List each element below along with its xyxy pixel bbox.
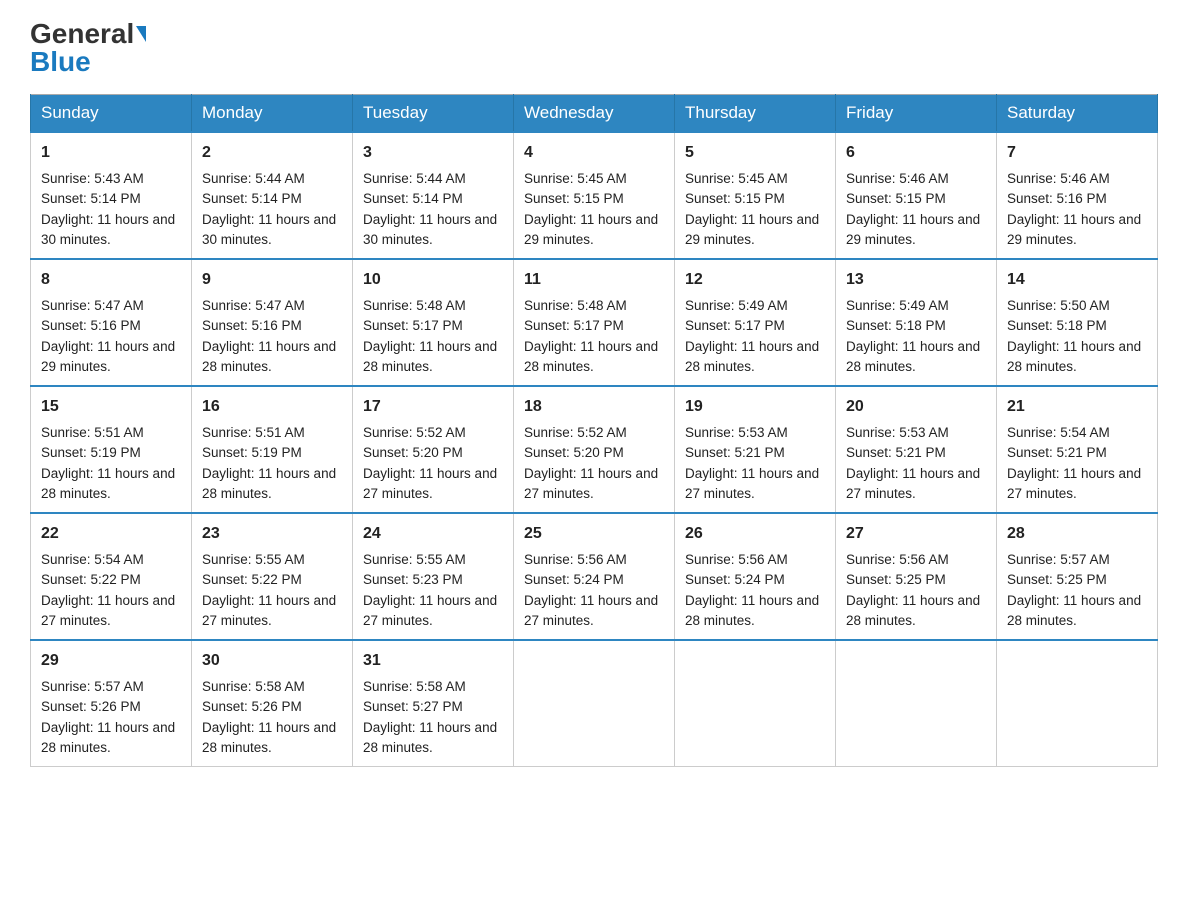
calendar-week-row: 29Sunrise: 5:57 AMSunset: 5:26 PMDayligh…: [31, 640, 1158, 767]
calendar-cell: 13Sunrise: 5:49 AMSunset: 5:18 PMDayligh…: [836, 259, 997, 386]
calendar-cell: 20Sunrise: 5:53 AMSunset: 5:21 PMDayligh…: [836, 386, 997, 513]
day-number: 21: [1007, 395, 1147, 419]
day-number: 5: [685, 141, 825, 165]
calendar-cell: 16Sunrise: 5:51 AMSunset: 5:19 PMDayligh…: [192, 386, 353, 513]
calendar-cell: 5Sunrise: 5:45 AMSunset: 5:15 PMDaylight…: [675, 132, 836, 259]
calendar-cell: [514, 640, 675, 767]
day-number: 23: [202, 522, 342, 546]
day-number: 8: [41, 268, 181, 292]
calendar-cell: 10Sunrise: 5:48 AMSunset: 5:17 PMDayligh…: [353, 259, 514, 386]
calendar-cell: 4Sunrise: 5:45 AMSunset: 5:15 PMDaylight…: [514, 132, 675, 259]
day-number: 12: [685, 268, 825, 292]
calendar-cell: 15Sunrise: 5:51 AMSunset: 5:19 PMDayligh…: [31, 386, 192, 513]
day-number: 7: [1007, 141, 1147, 165]
day-number: 3: [363, 141, 503, 165]
weekday-header-thursday: Thursday: [675, 95, 836, 133]
day-number: 9: [202, 268, 342, 292]
calendar-cell: 30Sunrise: 5:58 AMSunset: 5:26 PMDayligh…: [192, 640, 353, 767]
calendar-table: SundayMondayTuesdayWednesdayThursdayFrid…: [30, 94, 1158, 767]
day-number: 11: [524, 268, 664, 292]
day-number: 4: [524, 141, 664, 165]
calendar-cell: 25Sunrise: 5:56 AMSunset: 5:24 PMDayligh…: [514, 513, 675, 640]
calendar-cell: 21Sunrise: 5:54 AMSunset: 5:21 PMDayligh…: [997, 386, 1158, 513]
day-number: 15: [41, 395, 181, 419]
calendar-cell: [997, 640, 1158, 767]
calendar-cell: 29Sunrise: 5:57 AMSunset: 5:26 PMDayligh…: [31, 640, 192, 767]
weekday-header-tuesday: Tuesday: [353, 95, 514, 133]
logo: General Blue: [30, 20, 146, 76]
day-number: 19: [685, 395, 825, 419]
weekday-header-friday: Friday: [836, 95, 997, 133]
day-number: 10: [363, 268, 503, 292]
calendar-cell: 27Sunrise: 5:56 AMSunset: 5:25 PMDayligh…: [836, 513, 997, 640]
weekday-header-saturday: Saturday: [997, 95, 1158, 133]
page-header: General Blue: [30, 20, 1158, 76]
calendar-cell: 12Sunrise: 5:49 AMSunset: 5:17 PMDayligh…: [675, 259, 836, 386]
calendar-cell: 23Sunrise: 5:55 AMSunset: 5:22 PMDayligh…: [192, 513, 353, 640]
calendar-cell: 8Sunrise: 5:47 AMSunset: 5:16 PMDaylight…: [31, 259, 192, 386]
calendar-cell: 31Sunrise: 5:58 AMSunset: 5:27 PMDayligh…: [353, 640, 514, 767]
calendar-cell: 2Sunrise: 5:44 AMSunset: 5:14 PMDaylight…: [192, 132, 353, 259]
calendar-cell: 6Sunrise: 5:46 AMSunset: 5:15 PMDaylight…: [836, 132, 997, 259]
calendar-cell: [675, 640, 836, 767]
day-number: 16: [202, 395, 342, 419]
day-number: 18: [524, 395, 664, 419]
calendar-week-row: 22Sunrise: 5:54 AMSunset: 5:22 PMDayligh…: [31, 513, 1158, 640]
calendar-cell: 1Sunrise: 5:43 AMSunset: 5:14 PMDaylight…: [31, 132, 192, 259]
weekday-header-wednesday: Wednesday: [514, 95, 675, 133]
calendar-cell: 18Sunrise: 5:52 AMSunset: 5:20 PMDayligh…: [514, 386, 675, 513]
day-number: 13: [846, 268, 986, 292]
day-number: 25: [524, 522, 664, 546]
day-number: 1: [41, 141, 181, 165]
day-number: 31: [363, 649, 503, 673]
weekday-header-sunday: Sunday: [31, 95, 192, 133]
day-number: 26: [685, 522, 825, 546]
day-number: 22: [41, 522, 181, 546]
calendar-cell: 24Sunrise: 5:55 AMSunset: 5:23 PMDayligh…: [353, 513, 514, 640]
logo-arrow-icon: [136, 26, 146, 42]
calendar-cell: 22Sunrise: 5:54 AMSunset: 5:22 PMDayligh…: [31, 513, 192, 640]
day-number: 20: [846, 395, 986, 419]
calendar-week-row: 1Sunrise: 5:43 AMSunset: 5:14 PMDaylight…: [31, 132, 1158, 259]
day-number: 2: [202, 141, 342, 165]
calendar-cell: 14Sunrise: 5:50 AMSunset: 5:18 PMDayligh…: [997, 259, 1158, 386]
logo-blue-text: Blue: [30, 48, 91, 76]
day-number: 14: [1007, 268, 1147, 292]
day-number: 30: [202, 649, 342, 673]
weekday-header-monday: Monday: [192, 95, 353, 133]
calendar-cell: [836, 640, 997, 767]
calendar-week-row: 8Sunrise: 5:47 AMSunset: 5:16 PMDaylight…: [31, 259, 1158, 386]
calendar-week-row: 15Sunrise: 5:51 AMSunset: 5:19 PMDayligh…: [31, 386, 1158, 513]
day-number: 17: [363, 395, 503, 419]
calendar-cell: 3Sunrise: 5:44 AMSunset: 5:14 PMDaylight…: [353, 132, 514, 259]
calendar-cell: 17Sunrise: 5:52 AMSunset: 5:20 PMDayligh…: [353, 386, 514, 513]
calendar-cell: 7Sunrise: 5:46 AMSunset: 5:16 PMDaylight…: [997, 132, 1158, 259]
calendar-cell: 28Sunrise: 5:57 AMSunset: 5:25 PMDayligh…: [997, 513, 1158, 640]
logo-general-text: General: [30, 20, 134, 48]
day-number: 28: [1007, 522, 1147, 546]
day-number: 27: [846, 522, 986, 546]
calendar-cell: 19Sunrise: 5:53 AMSunset: 5:21 PMDayligh…: [675, 386, 836, 513]
day-number: 24: [363, 522, 503, 546]
calendar-cell: 11Sunrise: 5:48 AMSunset: 5:17 PMDayligh…: [514, 259, 675, 386]
calendar-cell: 9Sunrise: 5:47 AMSunset: 5:16 PMDaylight…: [192, 259, 353, 386]
day-number: 29: [41, 649, 181, 673]
weekday-header-row: SundayMondayTuesdayWednesdayThursdayFrid…: [31, 95, 1158, 133]
calendar-cell: 26Sunrise: 5:56 AMSunset: 5:24 PMDayligh…: [675, 513, 836, 640]
day-number: 6: [846, 141, 986, 165]
